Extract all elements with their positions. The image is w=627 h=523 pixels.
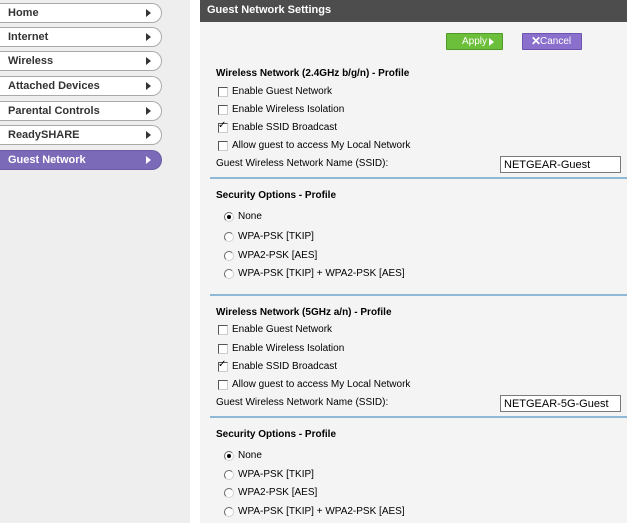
checkbox-label: Enable Guest Network [232,86,333,97]
radio-label: WPA2-PSK [AES] [238,250,318,261]
section-divider [210,294,627,296]
security-mixed-radio-5[interactable] [224,507,234,517]
sidebar-item-label: Attached Devices [8,80,100,92]
radio-label: None [238,211,262,222]
chevron-right-icon [146,9,151,17]
ssid-broadcast-checkbox-5[interactable]: ✓ [218,359,228,372]
sidebar-item-label: ReadySHARE [8,129,80,141]
ssid-label-5: Guest Wireless Network Name (SSID): [216,397,389,408]
local-access-checkbox-24[interactable] [218,141,228,151]
cancel-button[interactable]: ✕ Cancel [522,33,582,50]
sidebar-item-home[interactable]: Home [0,3,162,23]
security-none-radio-24[interactable] [224,212,234,222]
sidebar-item-label: Home [8,7,39,19]
ssid-label-24: Guest Wireless Network Name (SSID): [216,158,389,169]
radio-label: WPA-PSK [TKIP] + WPA2-PSK [AES] [238,268,405,279]
sidebar-item-attached-devices[interactable]: Attached Devices [0,76,162,96]
sidebar-item-parental-controls[interactable]: Parental Controls [0,101,162,121]
chevron-right-icon [146,57,151,65]
radio-label: WPA2-PSK [AES] [238,487,318,498]
checkbox-label: Enable Guest Network [232,324,333,335]
chevron-right-icon [146,131,151,139]
local-access-checkbox-5[interactable] [218,380,228,390]
sidebar-item-internet[interactable]: Internet [0,27,162,47]
arrow-right-icon [489,38,494,46]
enable-guest-network-checkbox-5[interactable] [218,325,228,335]
security-wpa-tkip-radio-5[interactable] [224,470,234,480]
radio-label: WPA-PSK [TKIP] + WPA2-PSK [AES] [238,506,405,517]
security-wpa2-aes-radio-24[interactable] [224,251,234,261]
radio-label: None [238,450,262,461]
checkmark-icon: ✓ [218,120,227,131]
security-wpa2-aes-radio-5[interactable] [224,488,234,498]
ssid-input-5[interactable] [500,395,621,412]
section-title-24ghz-profile: Wireless Network (2.4GHz b/g/n) - Profil… [216,68,410,79]
sidebar-item-wireless[interactable]: Wireless [0,51,162,71]
sidebar-item-label: Wireless [8,55,54,67]
checkbox-label: Enable Wireless Isolation [232,104,345,115]
ssid-input-24[interactable] [500,156,621,173]
apply-button-label: Apply [462,36,488,47]
section-divider [210,177,627,179]
section-title-security-5: Security Options - Profile [216,429,337,440]
radio-label: WPA-PSK [TKIP] [238,231,314,242]
title-bar: Guest Network Settings [200,0,627,22]
cancel-button-label: Cancel [540,36,572,47]
checkbox-label: Allow guest to access My Local Network [232,140,411,151]
enable-guest-network-checkbox-24[interactable] [218,87,228,97]
checkbox-label: Allow guest to access My Local Network [232,379,411,390]
checkbox-label: Enable Wireless Isolation [232,343,345,354]
sidebar-item-label: Guest Network [8,154,86,166]
main-panel: Guest Network Settings Apply ✕ Cancel Wi… [200,0,627,523]
security-mixed-radio-24[interactable] [224,269,234,279]
wireless-isolation-checkbox-24[interactable] [218,105,228,115]
section-divider [210,416,627,418]
apply-button[interactable]: Apply [446,33,503,50]
sidebar-item-label: Parental Controls [8,105,100,117]
security-none-radio-5[interactable] [224,451,234,461]
chevron-right-icon [146,33,151,41]
settings-form: Apply ✕ Cancel Wireless Network (2.4GHz … [200,22,627,523]
wireless-isolation-checkbox-5[interactable] [218,344,228,354]
section-title-5ghz-profile: Wireless Network (5GHz a/n) - Profile [216,307,392,318]
chevron-right-icon [146,156,151,164]
checkbox-label: Enable SSID Broadcast [232,122,338,133]
sidebar-item-readyshare[interactable]: ReadySHARE [0,125,162,145]
security-wpa-tkip-radio-24[interactable] [224,232,234,242]
sidebar-item-guest-network[interactable]: Guest Network [0,150,162,170]
page-title: Guest Network Settings [207,4,332,16]
sidebar: Home Internet Wireless Attached Devices … [0,0,190,523]
chevron-right-icon [146,82,151,90]
ssid-broadcast-checkbox-24[interactable]: ✓ [218,120,228,133]
checkmark-icon: ✓ [218,359,227,370]
section-title-security-24: Security Options - Profile [216,190,337,201]
chevron-right-icon [146,107,151,115]
checkbox-label: Enable SSID Broadcast [232,361,338,372]
radio-label: WPA-PSK [TKIP] [238,469,314,480]
sidebar-item-label: Internet [8,31,49,43]
